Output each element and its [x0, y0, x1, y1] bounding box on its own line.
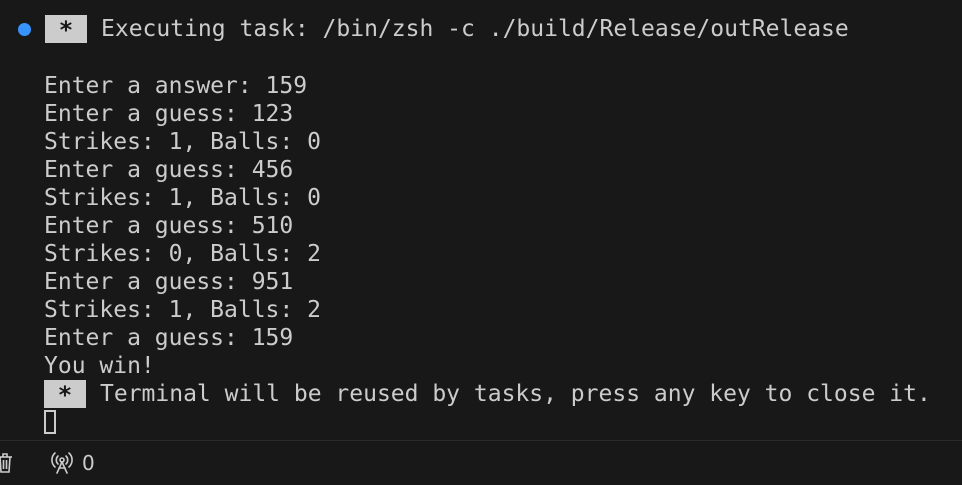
- ports-indicator[interactable]: 0: [50, 451, 95, 475]
- task-badge: *: [45, 15, 87, 44]
- output-line: Enter a answer: 159: [44, 73, 308, 99]
- task-title: Executing task: /bin/zsh -c ./build/Rele…: [101, 16, 849, 42]
- output-line: Strikes: 1, Balls: 0: [44, 185, 321, 211]
- output-line: Strikes: 0, Balls: 2: [44, 241, 321, 267]
- output-line: You win!: [44, 353, 155, 379]
- terminal-output: Enter a answer: 159 Enter a guess: 123 S…: [44, 72, 321, 380]
- reuse-text: Terminal will be reused by tasks, press …: [100, 381, 931, 407]
- output-line: Enter a guess: 456: [44, 157, 294, 183]
- terminal-cursor[interactable]: [44, 410, 56, 434]
- broadcast-icon: [51, 452, 73, 474]
- task-running-indicator: [18, 22, 31, 36]
- output-line: Enter a guess: 951: [44, 269, 294, 295]
- output-line: Enter a guess: 123: [44, 101, 294, 127]
- output-line: Strikes: 1, Balls: 2: [44, 297, 321, 323]
- trash-icon[interactable]: [0, 452, 12, 474]
- status-bar: 0: [0, 440, 962, 485]
- ports-count: 0: [82, 451, 95, 475]
- terminal-reuse-message: * Terminal will be reused by tasks, pres…: [44, 380, 931, 409]
- output-line: Enter a guess: 159: [44, 325, 294, 351]
- output-line: Enter a guess: 510: [44, 213, 294, 239]
- output-line: Strikes: 1, Balls: 0: [44, 129, 321, 155]
- reuse-badge: *: [44, 380, 86, 409]
- task-header: * Executing task: /bin/zsh -c ./build/Re…: [18, 14, 849, 44]
- terminal-panel[interactable]: * Executing task: /bin/zsh -c ./build/Re…: [0, 0, 962, 440]
